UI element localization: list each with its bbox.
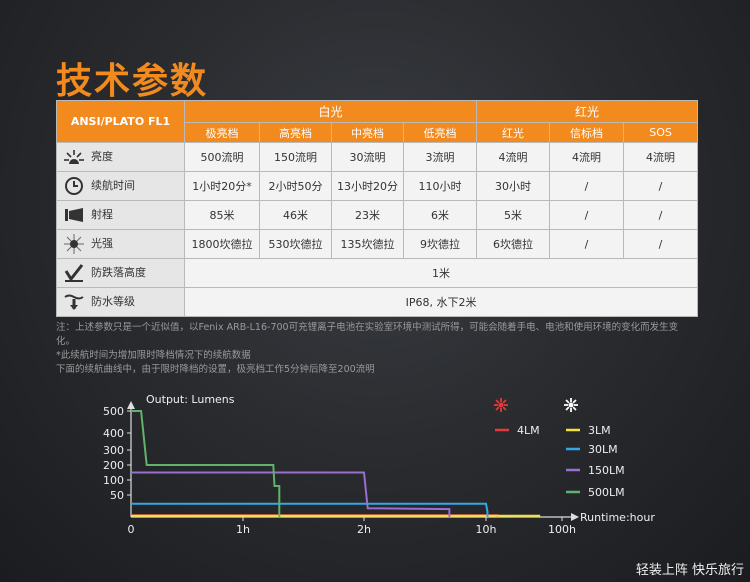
table-cell: /: [549, 171, 625, 201]
row-label-cell: 亮度: [56, 142, 185, 172]
table-cell: 3流明: [402, 142, 478, 172]
beam-distance-icon: [63, 208, 85, 222]
y-tick-label: 100: [103, 474, 124, 487]
table-cell: /: [623, 229, 699, 259]
table-cell: 30流明: [331, 142, 404, 172]
white-light-group-header: 白光: [183, 100, 478, 123]
table-cell: 4流明: [549, 142, 625, 172]
table-row: 射程 85米 46米 23米 6米 5米 / /: [56, 200, 699, 230]
legend-label: 500LM: [588, 486, 625, 499]
table-cell: 6米: [402, 200, 478, 230]
y-tick-label: 300: [103, 444, 124, 457]
row-label-cell: 续航时间: [56, 171, 185, 201]
table-cell: 500流明: [184, 142, 260, 172]
page-title: 技术参数: [56, 61, 209, 102]
table-row: 光强 1800坎德拉 530坎德拉 135坎德拉 9坎德拉 6坎德拉 / /: [56, 229, 699, 259]
legend-label: 3LM: [588, 424, 611, 437]
table-cell: /: [623, 200, 699, 230]
red-light-icon: [494, 398, 508, 412]
x-tick-label: 2h: [357, 523, 371, 536]
row-label: 防跌落高度: [91, 266, 146, 279]
row-label: 续航时间: [91, 179, 135, 192]
mode-header: 中亮档: [331, 122, 404, 143]
table-cell: 135坎德拉: [331, 229, 404, 259]
table-row: 亮度 500流明 150流明 30流明 3流明 4流明 4流明 4流明: [56, 142, 699, 172]
y-tick-label: 50: [110, 489, 124, 502]
mode-header: 信标档: [549, 122, 625, 143]
chart-title: Output: Lumens: [146, 393, 235, 406]
row-label: 射程: [91, 208, 113, 221]
y-tick-label: 500: [103, 405, 124, 418]
x-tick-label: 100h: [548, 523, 576, 536]
row-label: 光强: [91, 237, 113, 250]
row-label-cell: 防水等级: [56, 287, 185, 317]
mode-header: 红光: [476, 122, 551, 143]
series-line-150lm: [131, 471, 451, 517]
note-line: 下面的续航曲线中，由于限时降档的设置，极亮档工作5分钟后降至200流明: [56, 364, 375, 375]
y-tick-label: 200: [103, 459, 124, 472]
legend-label: 4LM: [517, 424, 540, 437]
table-cell: 1800坎德拉: [184, 229, 260, 259]
footer-caption: 轻装上阵 快乐旅行: [635, 563, 744, 578]
brightness-icon: [63, 150, 85, 164]
table-row: 防水等级 IP68, 水下2米: [56, 287, 699, 317]
table-cell: 4流明: [623, 142, 699, 172]
legend-label: 30LM: [588, 443, 618, 456]
table-cell: /: [549, 200, 625, 230]
table-cell: 2小时50分: [259, 171, 332, 201]
white-light-icon: [564, 398, 578, 412]
mode-header: 低亮档: [402, 122, 478, 143]
table-cell-span: IP68, 水下2米: [183, 287, 699, 317]
mode-header: 高亮档: [259, 122, 332, 143]
clock-icon: [63, 177, 85, 195]
row-label-cell: 光强: [56, 229, 185, 259]
table-corner-label: ANSI/PLATO FL1: [56, 100, 185, 143]
table-row: 续航时间 1小时20分* 2小时50分 13小时20分 110小时 30小时 / /: [56, 171, 699, 201]
impact-resistance-icon: [63, 264, 85, 282]
x-tick-label: 0: [128, 523, 135, 536]
table-cell: /: [623, 171, 699, 201]
legend-label: 150LM: [588, 464, 625, 477]
row-label-cell: 防跌落高度: [56, 258, 185, 288]
table-row: 防跌落高度 1米: [56, 258, 699, 288]
table-cell: 150流明: [259, 142, 332, 172]
waterproof-icon: [63, 294, 85, 310]
table-cell: 30小时: [476, 171, 551, 201]
x-tick-label: 10h: [476, 523, 497, 536]
table-cell: 23米: [331, 200, 404, 230]
table-cell: /: [549, 229, 625, 259]
table-cell: 530坎德拉: [259, 229, 332, 259]
table-cell: 9坎德拉: [402, 229, 478, 259]
y-tick-label: 400: [103, 427, 124, 440]
table-cell: 5米: [476, 200, 551, 230]
runtime-chart: 500400300200100500 1h 2h 10h 100hOutput: Lum…: [103, 393, 655, 536]
notes: 注：上述参数只是一个近似值，以Fenix ARB-L16-700可充锂离子电池在…: [56, 321, 696, 377]
x-axis-arrow: [571, 513, 579, 521]
row-label: 防水等级: [91, 295, 135, 308]
table-cell: 46米: [259, 200, 332, 230]
row-label-cell: 射程: [56, 200, 185, 230]
table-cell: 6坎德拉: [476, 229, 551, 259]
spec-table: ANSI/PLATO FL1 白光 红光 极亮档 高亮档 中亮档 低亮档 红光 信标档 SO…: [56, 100, 699, 317]
table-cell-span: 1米: [183, 258, 699, 288]
table-cell: 4流明: [476, 142, 551, 172]
intensity-icon: [63, 234, 85, 254]
note-line: *此续航时间为增加限时降档情况下的续航数据: [56, 350, 251, 361]
table-cell: 85米: [184, 200, 260, 230]
table-cell: 1小时20分*: [184, 171, 260, 201]
x-tick-label: 1h: [236, 523, 250, 536]
mode-header: 极亮档: [184, 122, 260, 143]
series-line-500lm: [131, 410, 281, 517]
x-axis-label: Runtime:hour: [580, 511, 655, 524]
table-cell: 110小时: [402, 171, 478, 201]
y-axis-arrow: [127, 401, 135, 409]
row-label: 亮度: [91, 150, 113, 163]
note-line: 注：上述参数只是一个近似值，以Fenix ARB-L16-700可充锂离子电池在…: [56, 322, 679, 347]
mode-header: SOS: [623, 122, 699, 143]
table-cell: 13小时20分: [331, 171, 404, 201]
red-light-group-header: 红光: [476, 100, 699, 123]
